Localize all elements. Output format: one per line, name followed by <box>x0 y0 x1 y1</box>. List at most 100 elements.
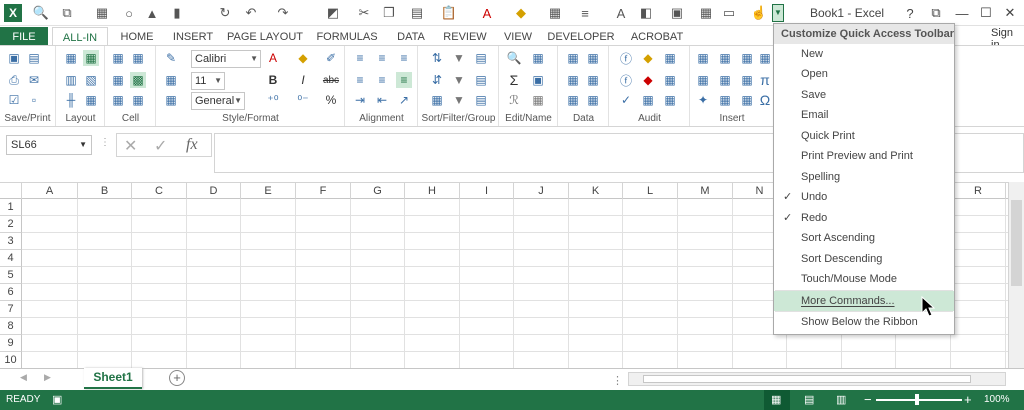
scroll-thumb[interactable] <box>1011 200 1022 286</box>
page-layout-view-icon[interactable]: ▤ <box>804 393 814 406</box>
row-header[interactable]: 9 <box>0 335 22 352</box>
tab-view[interactable]: VIEW <box>498 27 538 46</box>
screen-icon[interactable]: ▭ <box>720 4 738 22</box>
menu-item-touch-mode[interactable]: Touch/Mouse Mode <box>774 269 954 289</box>
column-header[interactable]: K <box>569 183 623 199</box>
macro-record-icon[interactable]: ▣ <box>52 393 62 406</box>
align-icon[interactable]: ≡ <box>576 4 594 22</box>
columns-icon[interactable]: ╫ <box>63 92 79 108</box>
outdent-icon[interactable]: ⇤ <box>374 92 390 108</box>
open-icon[interactable]: ▤ <box>26 50 42 66</box>
pivot-icon[interactable]: ▦ <box>695 50 711 66</box>
calculator-icon[interactable]: ▦ <box>93 4 111 22</box>
column-header[interactable]: D <box>187 183 241 199</box>
hscroll-thumb[interactable] <box>643 375 971 383</box>
format-icon[interactable]: ◧ <box>637 4 655 22</box>
row-header[interactable]: 7 <box>0 301 22 318</box>
row-icon[interactable]: ▦ <box>110 72 126 88</box>
column-header[interactable]: F <box>296 183 351 199</box>
email-icon[interactable]: ✉ <box>26 72 42 88</box>
trace-dep-icon[interactable]: ◆ <box>640 50 656 66</box>
trace-icon[interactable]: ⓕ <box>618 50 634 66</box>
page-break-view-icon[interactable]: ▥ <box>836 393 846 406</box>
find-icon[interactable]: 🔍 <box>506 50 522 66</box>
text-columns-icon[interactable]: ▦ <box>565 92 581 108</box>
menu-item-undo[interactable]: ✓ Undo <box>774 187 954 207</box>
watch-icon[interactable]: ▦ <box>662 72 678 88</box>
font-name-select[interactable]: Calibri ▼ <box>191 50 261 68</box>
column-header[interactable]: C <box>132 183 187 199</box>
picture-icon[interactable]: ▦ <box>717 50 733 66</box>
goto-icon[interactable]: ▦ <box>530 92 546 108</box>
column-header[interactable]: H <box>405 183 460 199</box>
replace-icon[interactable]: ℛ <box>506 92 522 108</box>
row-header[interactable]: 10 <box>0 352 22 369</box>
cell-style-icon[interactable]: ▩ <box>130 72 146 88</box>
indent-icon[interactable]: ⇥ <box>352 92 368 108</box>
highlight-icon[interactable]: ◆ <box>295 50 311 66</box>
macro-icon[interactable]: ▣ <box>668 4 686 22</box>
menu-item-redo[interactable]: ✓ Redo <box>774 208 954 228</box>
menu-item-quick-print[interactable]: Quick Print <box>774 126 954 146</box>
bold-button[interactable]: B <box>265 72 281 88</box>
picture-icon[interactable]: ▲ <box>143 4 161 22</box>
menu-item-sort-ascending[interactable]: Sort Ascending <box>774 228 954 248</box>
check-icon[interactable]: ☑ <box>6 92 22 108</box>
cancel-button[interactable]: ✕ <box>124 136 137 156</box>
cut-icon[interactable]: ✂ <box>355 4 373 22</box>
column-header[interactable]: I <box>460 183 514 199</box>
new-icon[interactable]: ▫ <box>26 92 42 108</box>
customize-qat-dropdown[interactable]: ▼ <box>772 4 784 22</box>
data-icon[interactable]: ▦ <box>565 50 581 66</box>
format-painter-icon[interactable]: ✎ <box>163 50 179 66</box>
zoom-slider-thumb[interactable] <box>915 394 919 405</box>
define-name-icon[interactable]: ▣ <box>530 72 546 88</box>
help-button[interactable]: ? <box>900 3 920 23</box>
vertical-scrollbar[interactable] <box>1008 182 1024 368</box>
error-check-icon[interactable]: ◆ <box>640 72 656 88</box>
column-header[interactable]: R <box>951 183 1006 199</box>
row-header[interactable]: 3 <box>0 233 22 250</box>
sort-za-icon[interactable]: ⇵ <box>429 72 445 88</box>
insert-function-button[interactable]: fx <box>186 136 198 154</box>
hyperlink-icon[interactable]: ▦ <box>717 92 733 108</box>
menu-item-print-preview[interactable]: Print Preview and Print <box>774 146 954 166</box>
tab-insert[interactable]: INSERT <box>168 27 218 46</box>
row-header[interactable]: 5 <box>0 267 22 284</box>
sort-custom-icon[interactable]: ▦ <box>429 92 445 108</box>
text-box-icon[interactable]: A <box>612 4 630 22</box>
italic-button[interactable]: I <box>295 72 311 88</box>
calc-icon[interactable]: ▦ <box>83 92 99 108</box>
ribbon-display-button[interactable]: ⧉ <box>926 3 946 23</box>
evaluate-icon[interactable]: ⓕ <box>618 72 634 88</box>
circle-icon[interactable]: ○ <box>120 4 138 22</box>
align-top-icon[interactable]: ≡ <box>352 72 368 88</box>
sort-az-icon[interactable]: ⇅ <box>429 50 445 66</box>
zoom-in-button[interactable]: + <box>964 392 972 407</box>
percent-button[interactable]: % <box>323 92 339 108</box>
redo-icon[interactable]: ↷ <box>274 4 292 22</box>
undo-icon[interactable]: ↶ <box>242 4 260 22</box>
chart-insert-icon[interactable]: ▦ <box>739 72 755 88</box>
reapply-icon[interactable]: ▼ <box>451 92 467 108</box>
font-size-select[interactable]: 11 ▼ <box>191 72 225 90</box>
table-icon[interactable]: ▦ <box>585 50 601 66</box>
column-header[interactable]: J <box>514 183 569 199</box>
autosum-icon[interactable]: Σ <box>506 72 522 88</box>
save-icon[interactable]: ▣ <box>6 50 22 66</box>
menu-item-open[interactable]: Open <box>774 64 954 84</box>
show-formulas-icon[interactable]: ▦ <box>662 92 678 108</box>
error-icon[interactable]: ▦ <box>662 50 678 66</box>
touch-icon[interactable]: ☝ <box>750 4 768 22</box>
select-all[interactable] <box>0 183 22 199</box>
tab-acrobat[interactable]: ACROBAT <box>624 27 690 46</box>
column-header[interactable]: A <box>22 183 78 199</box>
align-bottom-icon[interactable]: ≡ <box>396 72 412 88</box>
smartart-icon[interactable]: ▦ <box>695 72 711 88</box>
horizontal-scrollbar[interactable] <box>628 372 1006 386</box>
orientation-icon[interactable]: ↗ <box>396 92 412 108</box>
next-sheet-icon[interactable]: ▶ <box>44 372 51 383</box>
insert-cells-icon[interactable]: ▦ <box>110 50 126 66</box>
new-sheet-button[interactable]: + <box>169 370 185 386</box>
row-header[interactable]: 4 <box>0 250 22 267</box>
